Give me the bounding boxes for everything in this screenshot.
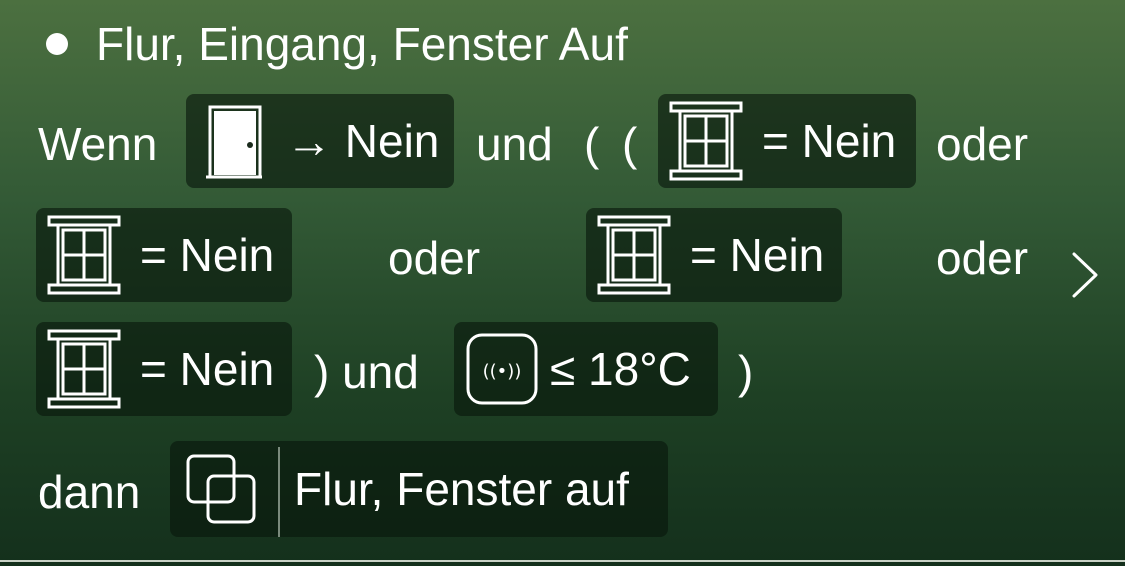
- window-condition-chip[interactable]: = Nein: [586, 208, 842, 302]
- scene-action-label: Flur, Fenster auf: [294, 463, 629, 515]
- window-condition-value: = Nein: [140, 229, 275, 281]
- window-icon: [46, 213, 122, 297]
- chip-divider: [278, 447, 280, 537]
- open-paren: (: [584, 118, 600, 170]
- window-condition-value: = Nein: [762, 115, 897, 167]
- sensor-icon: ((•)): [464, 329, 540, 409]
- or-label: oder: [388, 232, 481, 284]
- sensor-condition-chip[interactable]: ((•)) ≤ 18°C: [454, 322, 718, 416]
- door-condition-value: → Nein: [286, 115, 440, 167]
- or-label: oder: [936, 232, 1029, 284]
- scene-icon: [178, 446, 264, 532]
- door-icon: [202, 101, 266, 181]
- close-paren-and-label: ) und: [314, 346, 419, 398]
- window-condition-chip[interactable]: = Nein: [36, 322, 292, 416]
- automation-title: Flur, Eingang, Fenster Auf: [96, 18, 628, 70]
- sensor-condition-value: ≤ 18°C: [550, 343, 691, 395]
- open-paren: (: [622, 118, 638, 170]
- window-icon: [46, 327, 122, 411]
- close-paren: ): [738, 346, 754, 398]
- chevron-right-icon[interactable]: [1066, 248, 1102, 302]
- when-label: Wenn: [38, 118, 158, 170]
- window-icon: [668, 99, 744, 183]
- separator-line: [0, 560, 1125, 562]
- door-condition-chip[interactable]: → Nein: [186, 94, 454, 188]
- window-icon: [596, 213, 672, 297]
- window-condition-value: = Nein: [140, 343, 275, 395]
- scene-action-chip[interactable]: Flur, Fenster auf: [170, 441, 668, 537]
- then-label: dann: [38, 466, 141, 518]
- window-condition-chip[interactable]: = Nein: [658, 94, 916, 188]
- bullet-icon: [46, 33, 68, 55]
- or-label: oder: [936, 118, 1029, 170]
- svg-text:((•)): ((•)): [483, 361, 522, 382]
- window-condition-chip[interactable]: = Nein: [36, 208, 292, 302]
- window-condition-value: = Nein: [690, 229, 825, 281]
- automation-title-row: Flur, Eingang, Fenster Auf: [46, 14, 628, 74]
- and-label: und: [476, 118, 553, 170]
